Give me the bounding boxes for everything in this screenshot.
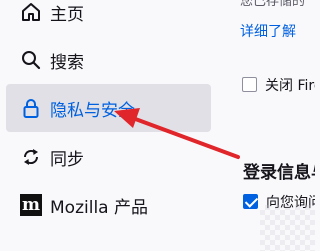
sidebar-item-label: 主页 bbox=[50, 4, 84, 25]
sidebar-item-sync[interactable]: 同步 bbox=[6, 133, 211, 181]
sidebar-item-search[interactable]: 搜索 bbox=[6, 36, 211, 84]
truncated-description: 您已存储的 bbox=[240, 0, 306, 9]
search-icon bbox=[19, 48, 43, 72]
close-option-label: 关闭 Fire bbox=[265, 78, 315, 94]
login-section-heading: 登录信息与 bbox=[243, 163, 315, 183]
mozilla-badge: m bbox=[20, 194, 42, 216]
sidebar-item-label: 隐私与安全 bbox=[50, 100, 135, 121]
sidebar-item-privacy-security[interactable]: 隐私与安全 bbox=[6, 84, 211, 132]
sync-icon bbox=[19, 145, 43, 169]
ask-save-checkbox[interactable] bbox=[243, 194, 258, 209]
mozilla-icon: m bbox=[19, 193, 43, 217]
sidebar-item-label: 搜索 bbox=[50, 52, 84, 73]
lock-icon bbox=[19, 96, 43, 120]
learn-more-link[interactable]: 详细了解 bbox=[240, 21, 296, 41]
watermark-pattern bbox=[260, 205, 315, 251]
close-option-checkbox[interactable] bbox=[242, 77, 257, 92]
sidebar: 主页 搜索 隐私与安全 同步 m Mozilla 产品 bbox=[0, 0, 225, 251]
sidebar-item-label: Mozilla 产品 bbox=[50, 197, 148, 218]
home-icon bbox=[19, 0, 43, 24]
sidebar-item-mozilla-products[interactable]: m Mozilla 产品 bbox=[6, 181, 211, 229]
sidebar-item-label: 同步 bbox=[50, 149, 84, 170]
settings-window: 主页 搜索 隐私与安全 同步 m Mozilla 产品 您已存储的 详细了解 关… bbox=[0, 0, 315, 251]
sidebar-item-home[interactable]: 主页 bbox=[6, 0, 211, 36]
